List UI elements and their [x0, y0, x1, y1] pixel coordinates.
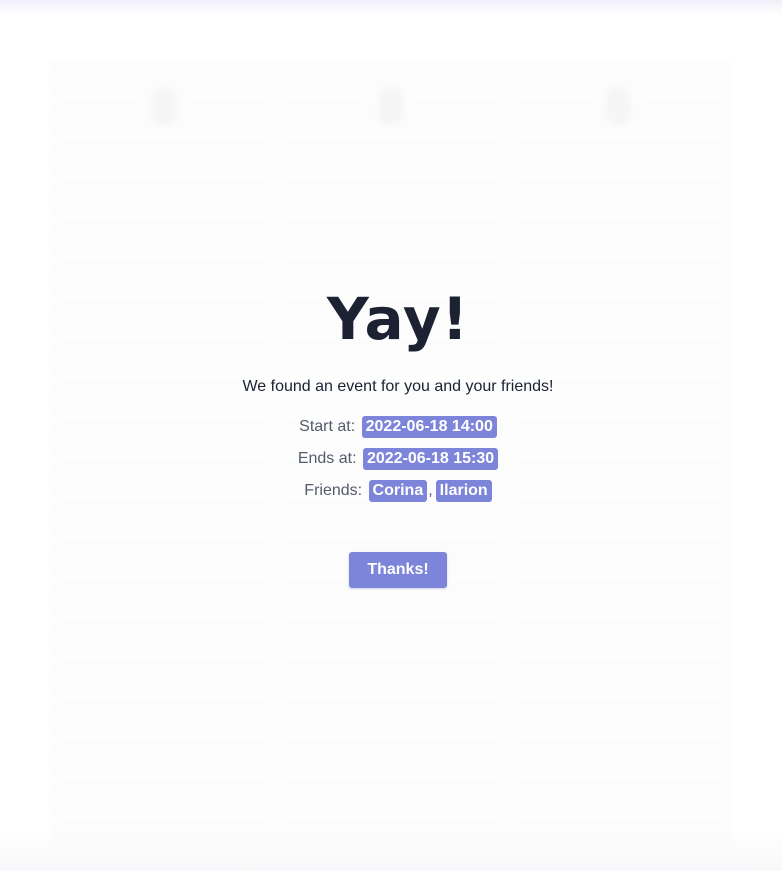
dialog-message: We found an event for you and your frien…: [242, 378, 554, 395]
friends-label: Friends:: [304, 482, 363, 499]
event-found-dialog: Yay! We found an event for you and your …: [0, 0, 782, 871]
friends-separator: ,: [428, 482, 433, 499]
end-value-badge: 2022-06-18 15:30: [362, 448, 499, 470]
end-label: Ends at:: [297, 450, 357, 467]
thanks-button[interactable]: Thanks!: [349, 552, 447, 588]
end-row: Ends at: 2022-06-18 15:30: [0, 448, 782, 470]
dialog-title: Yay!: [326, 285, 470, 353]
start-value-badge: 2022-06-18 14:00: [361, 416, 497, 438]
friends-row: Friends: Corina, Ilarion: [0, 480, 782, 502]
friend-badge: Corina: [368, 480, 428, 502]
start-label: Start at:: [299, 418, 356, 435]
friend-badge: Ilarion: [435, 480, 492, 502]
start-row: Start at: 2022-06-18 14:00: [0, 416, 782, 438]
